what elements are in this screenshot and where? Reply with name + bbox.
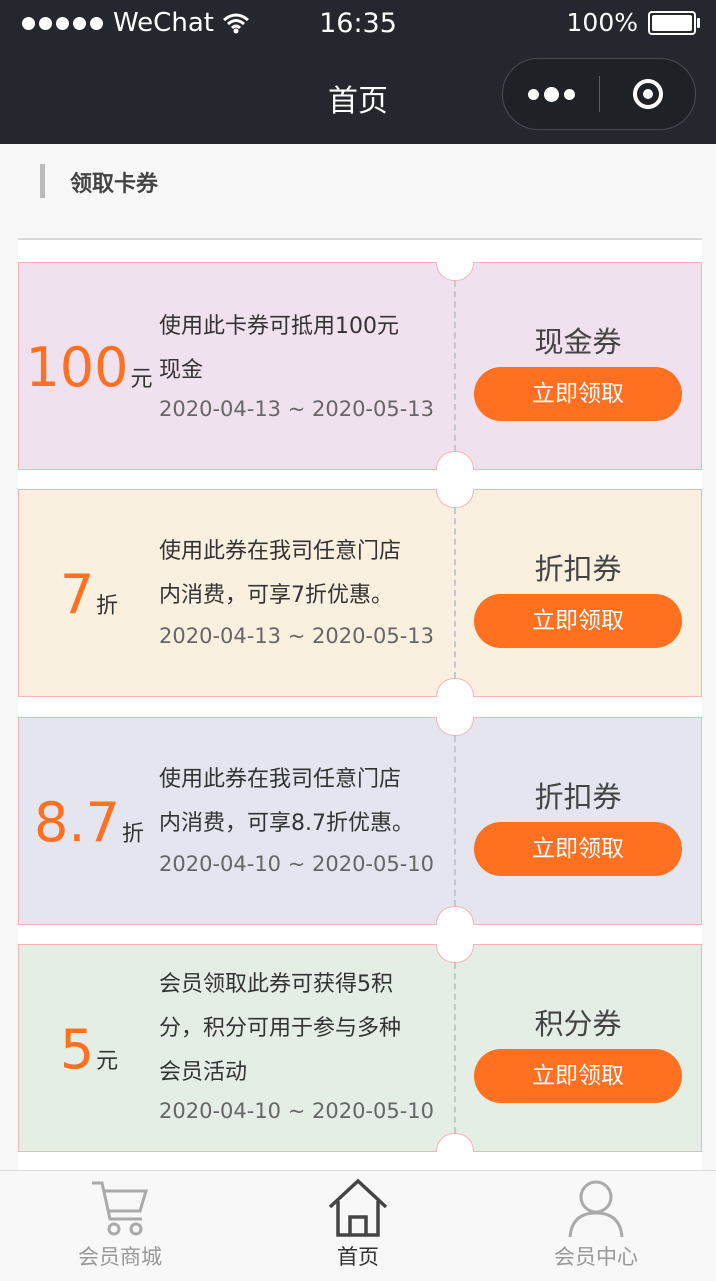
section-accent-bar xyxy=(40,164,45,198)
coupon-card: 7折 使用此券在我司任意门店 内消费，可享7折优惠。 2020-04-13 ~ … xyxy=(18,489,702,697)
coupon-description-line: 会员领取此券可获得5积 xyxy=(159,972,393,997)
coupon-description-line: 分，积分可用于参与多种 xyxy=(159,1016,402,1041)
coupon-divider xyxy=(454,736,456,906)
coupon-description-line: 使用此券在我司任意门店 xyxy=(159,767,402,792)
coupon-notch xyxy=(436,489,474,508)
coupon-notch xyxy=(436,944,474,963)
coupon-value-number: 8.7 xyxy=(34,791,120,854)
tab-home[interactable]: 首页 xyxy=(258,1177,458,1271)
coupon-value-number: 100 xyxy=(25,336,129,399)
coupon-description-line: 会员活动 xyxy=(159,1060,248,1085)
coupon-list-page: 领取卡券 100元 使用此卡券可抵用100元 现金 2020-04-13 ~ 2… xyxy=(18,144,702,1170)
coupon-card: 5元 会员领取此券可获得5积 分，积分可用于参与多种 会员活动 2020-04-… xyxy=(18,944,702,1152)
coupon-value: 8.7折 xyxy=(19,796,159,850)
battery-indicator: 100% xyxy=(566,8,700,37)
battery-icon xyxy=(648,10,700,35)
coupon-value-unit: 折 xyxy=(96,594,119,619)
claim-button[interactable]: 立即领取 xyxy=(474,367,682,421)
more-menu-icon[interactable] xyxy=(503,86,599,102)
tab-member-center[interactable]: 会员中心 xyxy=(496,1177,696,1271)
coupon-type: 现金券 xyxy=(534,325,622,359)
battery-percent: 100% xyxy=(566,8,638,37)
coupon-notch xyxy=(436,451,474,470)
coupon-type: 积分券 xyxy=(534,1007,622,1041)
mini-program-capsule xyxy=(502,58,696,130)
coupon-type: 折扣券 xyxy=(534,780,622,814)
claim-button[interactable]: 立即领取 xyxy=(474,594,682,648)
coupon-divider xyxy=(454,963,456,1133)
tab-label: 会员商城 xyxy=(78,1245,162,1269)
coupon-notch xyxy=(436,1133,474,1152)
coupon-value-number: 7 xyxy=(59,563,95,626)
coupon-description: 使用此券在我司任意门店 内消费，可享7折优惠。 xyxy=(159,530,444,618)
coupon-card: 100元 使用此卡券可抵用100元 现金 2020-04-13 ~ 2020-0… xyxy=(18,262,702,470)
coupon-description-line: 使用此卡券可抵用100元 xyxy=(159,314,399,339)
coupon-date-range: 2020-04-10 ~ 2020-05-10 xyxy=(159,852,435,876)
coupon-notch xyxy=(436,906,474,925)
coupon-value-unit: 折 xyxy=(121,822,144,847)
coupon-description: 使用此卡券可抵用100元 现金 xyxy=(159,305,444,393)
coupon-date-range: 2020-04-13 ~ 2020-05-13 xyxy=(159,397,435,421)
tab-member-mall[interactable]: 会员商城 xyxy=(20,1177,220,1271)
coupon-divider xyxy=(454,281,456,451)
coupon-value: 5元 xyxy=(19,1023,159,1077)
status-bar: WeChat 16:35 100% xyxy=(0,0,716,50)
coupon-description-line: 现金 xyxy=(159,358,204,383)
coupon-date-range: 2020-04-13 ~ 2020-05-13 xyxy=(159,624,435,648)
claim-button[interactable]: 立即领取 xyxy=(474,1049,682,1103)
bottom-tab-bar: 会员商城 首页 会员中心 xyxy=(0,1170,716,1281)
close-target-icon[interactable] xyxy=(600,79,695,109)
coupon-date-range: 2020-04-10 ~ 2020-05-10 xyxy=(159,1099,435,1123)
coupon-value: 100元 xyxy=(19,341,159,395)
user-icon xyxy=(568,1180,624,1238)
section-title: 领取卡券 xyxy=(70,172,159,197)
top-bar: WeChat 16:35 100% 首页 xyxy=(0,0,716,144)
section-header: 领取卡券 xyxy=(18,144,702,240)
coupon-value-unit: 元 xyxy=(96,1049,119,1074)
coupon-description: 使用此券在我司任意门店 内消费，可享8.7折优惠。 xyxy=(159,758,444,846)
coupon-description: 会员领取此券可获得5积 分，积分可用于参与多种 会员活动 xyxy=(159,963,444,1095)
coupon-divider xyxy=(454,508,456,678)
coupon-description-line: 内消费，可享8.7折优惠。 xyxy=(159,811,414,836)
coupon-value-number: 5 xyxy=(59,1018,95,1081)
coupon-description-line: 内消费，可享7折优惠。 xyxy=(159,583,393,608)
coupon-notch xyxy=(436,717,474,736)
cart-icon xyxy=(92,1181,149,1236)
coupon-card: 8.7折 使用此券在我司任意门店 内消费，可享8.7折优惠。 2020-04-1… xyxy=(18,717,702,925)
coupon-notch xyxy=(436,678,474,697)
coupon-notch xyxy=(436,262,474,281)
coupon-type: 折扣券 xyxy=(534,552,622,586)
coupon-description-line: 使用此券在我司任意门店 xyxy=(159,539,402,564)
home-icon xyxy=(328,1178,388,1237)
claim-button[interactable]: 立即领取 xyxy=(474,822,682,876)
tab-label: 首页 xyxy=(337,1245,379,1269)
coupon-value-unit: 元 xyxy=(130,367,153,392)
tab-label: 会员中心 xyxy=(554,1245,638,1269)
coupon-value: 7折 xyxy=(19,568,159,622)
